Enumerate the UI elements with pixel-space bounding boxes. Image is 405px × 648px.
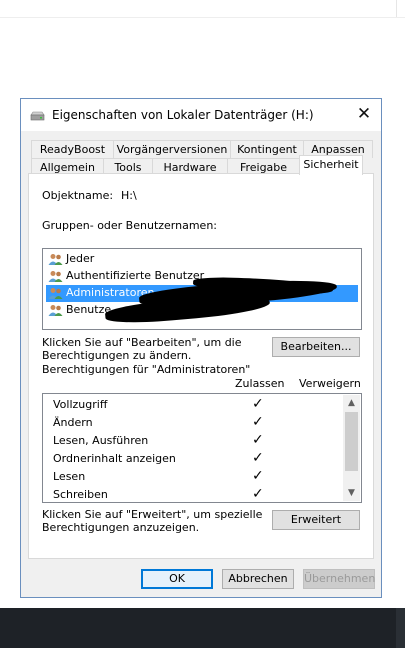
users-icon [48,288,63,299]
permissions-list[interactable]: Vollzugriff ✓ Ändern ✓ Lesen, Ausführen … [42,393,362,503]
permissions-for-label: Berechtigungen für "Administratoren" [42,363,251,376]
tab-kontingent[interactable]: Kontingent [230,140,304,158]
allow-check-icon: ✓ [252,414,264,430]
scroll-down-icon[interactable]: ▼ [343,485,360,501]
user-list[interactable]: Jeder Authentifizierte Benutzer Administ… [42,248,362,330]
permission-row: Ordnerinhalt anzeigen ✓ [53,450,264,466]
permission-row: Schreiben ✓ [53,486,264,502]
permission-row: Ändern ✓ [53,414,264,430]
users-icon [48,254,63,265]
permission-row: Lesen, Ausführen ✓ [53,432,264,448]
close-icon: ✕ [356,104,372,124]
allow-column-header: Zulassen [235,377,285,390]
users-icon [48,305,63,316]
cancel-button[interactable]: Abbrechen [222,569,294,589]
permissions-scrollbar[interactable]: ▲ ▼ [343,395,360,501]
permission-row: Lesen ✓ [53,468,264,484]
close-button[interactable]: ✕ [351,103,377,127]
groups-label: Gruppen- oder Benutzernamen: [42,219,218,232]
drive-icon [30,111,45,121]
advanced-button[interactable]: Erweitert [272,510,360,530]
apply-button: Übernehmen [303,569,375,589]
taskbar [0,608,405,648]
advanced-hint: Klicken Sie auf "Erweitert", um speziell… [42,508,263,534]
list-item-jeder[interactable]: Jeder [46,251,358,268]
ok-button[interactable]: OK [141,569,213,589]
taskbar-edge [396,608,405,648]
deny-column-header: Verweigern [299,377,361,390]
tab-vorgaengerversionen[interactable]: Vorgängerversionen [113,140,231,158]
allow-check-icon: ✓ [252,396,264,412]
edit-button[interactable]: Bearbeiten... [272,337,360,357]
background-divider [0,17,405,18]
allow-check-icon: ✓ [252,432,264,448]
tab-sicherheit[interactable]: Sicherheit [299,155,363,175]
scroll-up-icon[interactable]: ▲ [343,395,360,411]
scroll-thumb[interactable] [345,412,358,471]
object-name-value: H:\ [121,189,137,202]
edit-hint: Klicken Sie auf "Bearbeiten", um die Ber… [42,336,242,362]
allow-check-icon: ✓ [252,486,264,502]
users-icon [48,271,63,282]
security-panel: Objektname: H:\ Gruppen- oder Benutzerna… [28,173,374,559]
permission-row: Vollzugriff ✓ [53,396,264,412]
tab-readyboost[interactable]: ReadyBoost [31,140,114,158]
background-edge [396,0,397,17]
object-name-label: Objektname: [42,189,114,202]
allow-check-icon: ✓ [252,450,264,466]
title-bar[interactable]: Eigenschaften von Lokaler Datenträger (H… [21,99,381,131]
allow-check-icon: ✓ [252,468,264,484]
dialog-title: Eigenschaften von Lokaler Datenträger (H… [52,108,314,122]
properties-dialog: Eigenschaften von Lokaler Datenträger (H… [20,98,382,598]
